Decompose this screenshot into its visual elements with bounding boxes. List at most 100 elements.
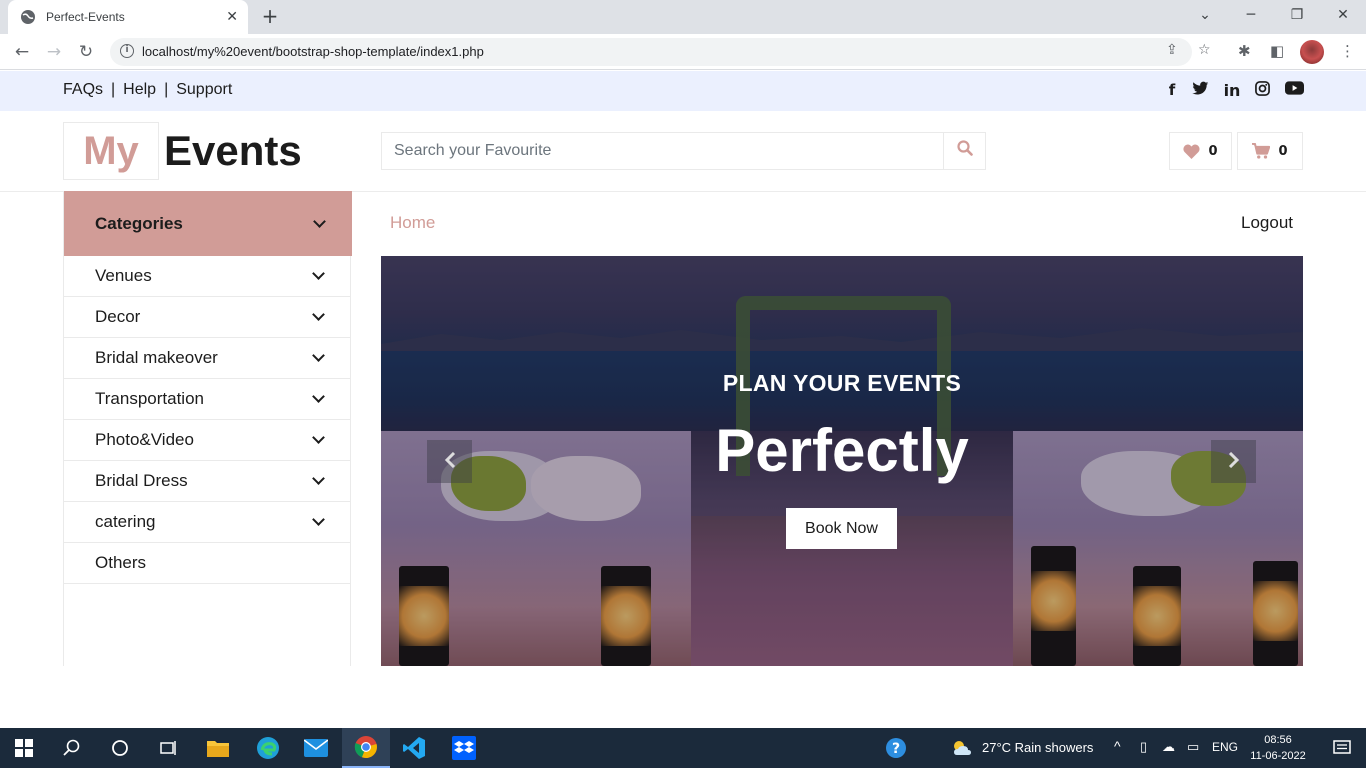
edge-browser-icon[interactable] [244, 728, 292, 768]
wishlist-button[interactable]: 0 [1169, 132, 1232, 170]
chevron-down-icon [312, 513, 325, 526]
category-item-transportation[interactable]: Transportation [64, 379, 351, 420]
globe-icon [21, 10, 35, 24]
help-link[interactable]: Help [123, 81, 156, 99]
forward-icon[interactable]: → [42, 40, 66, 64]
faqs-link[interactable]: FAQs [63, 81, 103, 99]
notifications-icon[interactable] [1318, 728, 1366, 768]
category-sidebar: Categories Venues Decor Bridal makeover … [63, 191, 352, 666]
windows-logo-icon [15, 739, 33, 757]
categories-title: Categories [95, 213, 183, 233]
category-label: Decor [95, 307, 141, 326]
vscode-icon[interactable] [390, 728, 438, 768]
facebook-icon[interactable]: f [1162, 81, 1182, 99]
chevron-down-icon [312, 308, 325, 321]
system-clock[interactable]: 08:56 11-06-2022 [1250, 732, 1306, 764]
category-label: catering [95, 512, 156, 531]
chevron-down-icon [312, 267, 325, 280]
search-form [381, 132, 986, 170]
close-tab-icon[interactable]: ✕ [226, 9, 238, 25]
carousel-next-button[interactable] [1211, 440, 1256, 483]
book-now-button[interactable]: Book Now [786, 508, 897, 549]
search-input[interactable] [382, 133, 945, 169]
battery-icon[interactable]: ▭ [1187, 739, 1199, 755]
category-item-others[interactable]: Others [64, 543, 351, 584]
hero-carousel: PLAN YOUR EVENTS Perfectly Book Now [381, 256, 1303, 666]
chrome-taskbar-icon[interactable] [342, 728, 390, 768]
task-view-icon[interactable] [144, 728, 192, 768]
heart-icon [1183, 144, 1201, 159]
taskbar-search-icon[interactable] [48, 728, 96, 768]
start-button[interactable] [0, 728, 48, 768]
twitter-icon[interactable] [1190, 81, 1210, 100]
cart-button[interactable]: 0 [1237, 132, 1303, 170]
file-explorer-icon[interactable] [194, 728, 242, 768]
minimize-button[interactable]: ─ [1228, 0, 1274, 30]
profile-avatar[interactable] [1300, 40, 1324, 64]
nav-home-link[interactable]: Home [390, 213, 435, 233]
restore-button[interactable]: ❐ [1274, 0, 1320, 30]
side-panel-icon[interactable]: ◧ [1270, 42, 1284, 60]
hero-title: Perfectly [715, 417, 969, 484]
onedrive-cloud-icon[interactable]: ☁ [1162, 739, 1175, 755]
support-link[interactable]: Support [176, 81, 232, 99]
search-button[interactable] [943, 133, 985, 169]
logout-link[interactable]: Logout [1241, 213, 1293, 233]
extensions-icon[interactable]: ✱ [1238, 42, 1251, 60]
window-close-button[interactable]: ✕ [1320, 0, 1366, 30]
clock-time: 08:56 [1264, 734, 1292, 746]
chevron-down-icon [312, 472, 325, 485]
share-icon[interactable]: ⇪ [1166, 42, 1178, 58]
browser-tab[interactable]: Perfect-Events ✕ [8, 0, 248, 34]
category-item-bridal-dress[interactable]: Bridal Dress [64, 461, 351, 502]
cortana-icon[interactable] [96, 728, 144, 768]
windows-taskbar: ? 27°C Rain showers ^ ▯ ☁ ▭ ENG 08:56 11… [0, 728, 1366, 768]
carousel-prev-button[interactable] [427, 440, 472, 483]
tablet-icon[interactable]: ▯ [1140, 739, 1147, 755]
menu-kebab-icon[interactable]: ⋮ [1340, 42, 1355, 60]
category-label: Others [95, 553, 147, 572]
address-bar[interactable]: i localhost/my%20event/bootstrap-shop-te… [110, 38, 1211, 66]
search-icon [956, 140, 973, 156]
category-item-photo-video[interactable]: Photo&Video [64, 420, 351, 461]
bookmark-star-icon[interactable]: ☆ [1198, 42, 1211, 58]
logo-my[interactable]: My [63, 122, 159, 180]
tab-search-icon[interactable]: ⌄ [1182, 0, 1228, 30]
instagram-icon[interactable] [1252, 81, 1272, 100]
linkedin-icon[interactable]: in [1222, 81, 1242, 100]
clock-date: 11-06-2022 [1250, 750, 1306, 762]
browser-tabbar: Perfect-Events ✕ + ⌄ ─ ❐ ✕ [0, 0, 1366, 34]
tray-chevron-up-icon[interactable]: ^ [1114, 738, 1121, 754]
category-item-catering[interactable]: catering [64, 502, 351, 543]
shopping-cart-icon [1252, 143, 1271, 159]
site-header: My Events 0 0 [0, 111, 1366, 192]
category-item-decor[interactable]: Decor [64, 297, 351, 338]
reload-icon[interactable]: ↻ [74, 40, 98, 64]
help-icon[interactable]: ? [872, 728, 920, 768]
dropbox-icon[interactable] [440, 728, 488, 768]
category-item-venues[interactable]: Venues [64, 256, 351, 297]
weather-text[interactable]: 27°C Rain showers [982, 740, 1093, 755]
category-item-bridal-makeover[interactable]: Bridal makeover [64, 338, 351, 379]
separator: | [111, 81, 116, 98]
wishlist-count: 0 [1208, 143, 1218, 159]
chevron-down-icon [313, 214, 326, 228]
cart-count: 0 [1278, 143, 1288, 159]
language-indicator[interactable]: ENG [1212, 740, 1238, 754]
category-list: Venues Decor Bridal makeover Transportat… [64, 256, 351, 584]
chevron-down-icon [312, 431, 325, 444]
logo-events[interactable]: Events [164, 122, 302, 180]
back-icon[interactable]: ← [10, 40, 34, 64]
youtube-icon[interactable] [1284, 81, 1304, 99]
category-label: Transportation [95, 389, 204, 408]
chevron-left-icon [444, 451, 455, 469]
weather-icon[interactable] [938, 728, 986, 768]
tab-title: Perfect-Events [46, 10, 125, 24]
site-info-icon[interactable]: i [120, 44, 134, 58]
chevron-down-icon [312, 349, 325, 362]
address-url[interactable]: localhost/my%20event/bootstrap-shop-temp… [142, 44, 484, 59]
category-label: Bridal makeover [95, 348, 218, 367]
categories-toggle[interactable]: Categories [64, 191, 352, 256]
new-tab-button[interactable]: + [258, 4, 282, 28]
mail-icon[interactable] [292, 728, 340, 768]
